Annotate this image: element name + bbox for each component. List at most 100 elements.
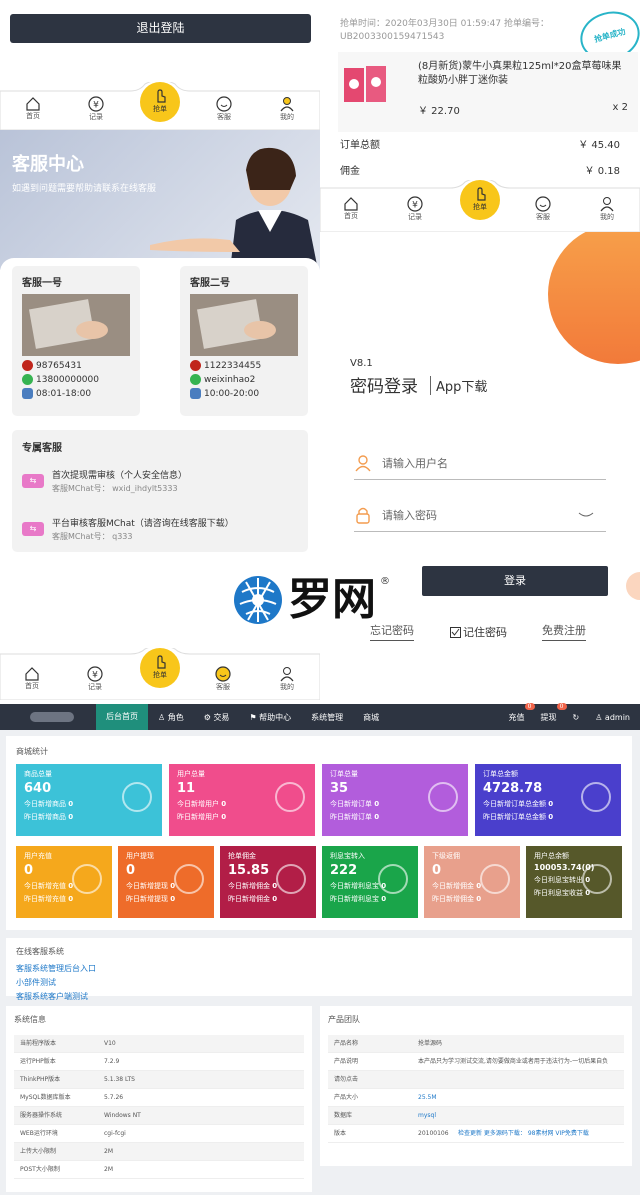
logo-text: 罗网 — [288, 574, 376, 625]
online-title: 在线客服系统 — [16, 947, 64, 956]
nav-role[interactable]: ♙ 角色 — [148, 712, 194, 723]
version-links[interactable]: 检查更新 更多源码下载： 98素材网 VIP免费下载 — [458, 1125, 589, 1143]
nav-help[interactable]: ⚑ 帮助中心 — [239, 712, 301, 723]
nav-record[interactable]: ¥ 记录 — [83, 96, 109, 122]
info-value: V10 — [104, 1040, 116, 1047]
nav-grab[interactable]: 抢单 — [140, 648, 180, 688]
stat-sub-value: 0 — [68, 895, 74, 903]
stat-card[interactable]: 订单总量 35 今日新增订单 0 昨日新增订单 0 — [322, 764, 468, 836]
stat-card[interactable]: 抢单佣金 15.85 今日新增佣金 0 昨日新增佣金 0 — [220, 846, 316, 918]
eye-closed-icon[interactable] — [578, 511, 594, 519]
online-link[interactable]: 小部件测试 — [16, 977, 622, 988]
qq-icon — [22, 360, 33, 371]
exclusive-item[interactable]: ⇆ 首次提现需审核（个人安全信息） 客服MChat号： wxid_ihdylt53… — [22, 468, 187, 494]
order-total-label: 订单总额 — [340, 140, 380, 151]
smile-icon — [535, 196, 551, 212]
admin-user-menu[interactable]: ♙ admin — [595, 713, 630, 722]
info-value: mysql — [418, 1112, 436, 1119]
info-row: 请勿点击 — [328, 1071, 624, 1089]
stat-title: 商品总量 — [24, 770, 52, 778]
nav-grab[interactable]: 抢单 — [460, 180, 500, 220]
stat-sub-value: 0 — [548, 800, 554, 808]
logout-button[interactable]: 退出登陆 — [10, 14, 311, 43]
info-row: 版本 20100106 检查更新 更多源码下载： 98素材网 VIP免费下载 — [328, 1125, 624, 1143]
info-value: 25.5M — [418, 1094, 437, 1101]
lock-icon — [356, 507, 370, 524]
refresh-icon[interactable]: ↻ — [573, 713, 580, 722]
info-key: 数据库 — [334, 1112, 353, 1119]
stat-card[interactable]: 用户充值 0 今日新增充值 0 昨日新增充值 0 — [16, 846, 112, 918]
recharge-link[interactable]: 充值 0 — [509, 702, 535, 723]
remember-password-checkbox[interactable]: 记住密码 — [450, 624, 507, 640]
nav-mall[interactable]: 商城 — [353, 712, 389, 723]
stat-card[interactable]: 商品总量 640 今日新增商品 0 昨日新增商品 0 — [16, 764, 162, 836]
stat-title: 用户充值 — [24, 852, 52, 860]
info-value: 抢单源码 — [418, 1040, 443, 1047]
stat-title: 订单总金额 — [483, 770, 518, 778]
order-total: ￥ 45.40 — [578, 140, 620, 151]
decor-circle-small — [626, 572, 640, 600]
stat-title: 用户总量 — [177, 770, 205, 778]
app-download-link[interactable]: App下载 — [430, 376, 487, 395]
exclusive-item[interactable]: ⇆ 平台审核客服MChat（请咨询在线客服下载） 客服MChat号： q333 — [22, 516, 234, 542]
info-key: ThinkPHP版本 — [20, 1076, 61, 1083]
nav-service[interactable]: 客服 — [211, 96, 237, 122]
bottom-nav-2: 首页 ¥ 记录 抢单 客服 我的 — [320, 180, 640, 232]
nav-dashboard[interactable]: 后台首页 — [96, 704, 148, 730]
nav-trade[interactable]: ⚙ 交易 — [194, 712, 240, 723]
agent-hours: 10:00-20:00 — [204, 388, 260, 399]
online-link[interactable]: 客服系统客户端测试 — [16, 991, 622, 1002]
admin-logo — [0, 704, 96, 730]
nav-grab[interactable]: 抢单 — [140, 82, 180, 122]
flag-icon: ⚑ — [249, 712, 257, 722]
user-icon — [600, 197, 614, 212]
agent-image — [190, 294, 298, 356]
commission-value: ￥ 0.18 — [584, 166, 620, 177]
nav-home[interactable]: 首页 — [338, 196, 364, 221]
info-key: POST大小限制 — [20, 1166, 60, 1173]
login-button[interactable]: 登录 — [422, 566, 608, 596]
info-row: MySQL数据库版本 5.7.26 — [14, 1089, 304, 1107]
nav-record[interactable]: ¥ 记录 — [402, 196, 428, 222]
stat-card[interactable]: 下级返佣 0 今日新增佣金 0 昨日新增佣金 0 — [424, 846, 520, 918]
logo-icon — [234, 576, 282, 624]
nav-record[interactable]: ¥ 记录 — [82, 666, 108, 692]
nav-home[interactable]: 首页 — [19, 666, 45, 691]
stat-card[interactable]: 用户总余额 100053.74(0) 今日利息宝转出 0 昨日利息宝收益 0 — [526, 846, 622, 918]
online-link[interactable]: 客服系统管理后台入口 — [16, 963, 622, 974]
nav-mine[interactable]: 我的 — [594, 196, 620, 222]
nav-system[interactable]: 系统管理 — [301, 712, 353, 723]
decor-circle — [548, 232, 640, 364]
stat-card[interactable]: 用户提现 0 今日新增提现 0 昨日新增提现 0 — [118, 846, 214, 918]
nav-mine[interactable]: 我的 — [274, 96, 300, 122]
version-label: V8.1 — [350, 358, 373, 369]
info-key: 服务器操作系统 — [20, 1112, 63, 1119]
info-key: 当前程序版本 — [20, 1040, 57, 1047]
agent-card-1: 客服一号 98765431 13800000000 08:01-18:00 — [12, 266, 140, 416]
user-icon — [280, 97, 294, 112]
username-field[interactable]: 请输入用户名 — [354, 446, 606, 480]
nav-service[interactable]: 客服 — [530, 196, 556, 222]
product-row[interactable]: (8月新货)蒙牛小真果粒125ml*20盒草莓味果粒酸奶小胖丁迷你装 ￥ 22.… — [338, 52, 638, 132]
stat-card[interactable]: 利息宝转入 222 今日新增利息宝 0 昨日新增利息宝 0 — [322, 846, 418, 918]
info-row: 当前程序版本 V10 — [14, 1035, 304, 1053]
stat-card[interactable]: 订单总金额 4728.78 今日新增订单总金额 0 昨日新增订单总金额 0 — [475, 764, 621, 836]
password-field[interactable]: 请输入密码 — [354, 498, 606, 532]
register-link[interactable]: 免费注册 — [542, 622, 586, 641]
nav-service[interactable]: 客服 — [210, 666, 236, 692]
nav-home[interactable]: 首页 — [20, 96, 46, 121]
withdraw-link[interactable]: 提现 0 — [541, 702, 567, 723]
stat-card[interactable]: 用户总量 11 今日新增用户 0 昨日新增用户 0 — [169, 764, 315, 836]
stats-row-1: 商品总量 640 今日新增商品 0 昨日新增商品 0 用户总量 11 今日新增用户 0 昨日新… — [16, 764, 626, 840]
home-icon — [25, 667, 39, 681]
transfer-icon: ⇆ — [22, 522, 44, 536]
nav-mine[interactable]: 我的 — [274, 666, 300, 692]
stat-sub-value: 0 — [374, 813, 380, 821]
stat-sub-value: 0 — [68, 813, 74, 821]
agent-image — [22, 294, 130, 356]
registered-mark: ® — [380, 576, 390, 587]
order-panel: 抢单时间：2020年03月30日 01:59:47 抢单编号： UB2003300… — [330, 5, 640, 180]
info-row: WEB运行环境 cgi-fcgi — [14, 1125, 304, 1143]
agent-photo — [150, 147, 318, 270]
card-icon — [582, 864, 612, 894]
